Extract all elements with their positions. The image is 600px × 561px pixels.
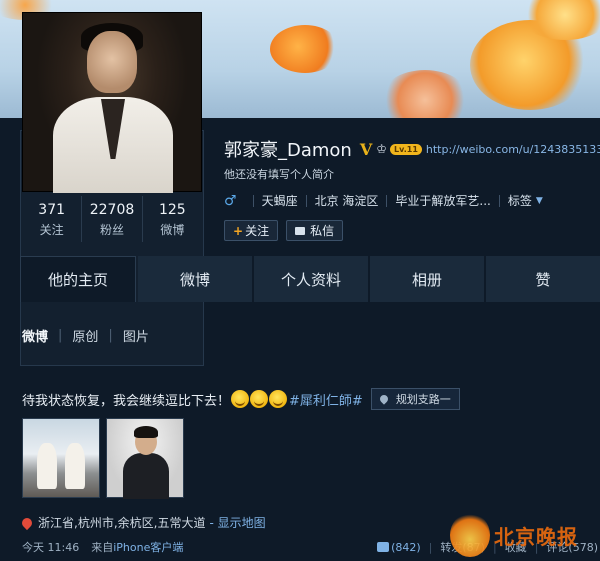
school-text[interactable]: 毕业于解放军艺...: [395, 192, 490, 209]
map-pin-icon: [19, 515, 35, 530]
stat-value: 125: [158, 202, 186, 218]
follow-button[interactable]: + 关注: [224, 220, 279, 241]
cover-flower: [270, 25, 340, 73]
profile-name: 郭家豪_Damon: [224, 140, 352, 161]
profile-name-row: 郭家豪_Damon V ♔ Lv.11 http://weibo.com/u/1…: [224, 136, 600, 162]
show-map-link[interactable]: - 显示地图: [209, 514, 265, 531]
male-icon: ♂: [224, 192, 237, 209]
profile-tabs: 他的主页 微博 个人资料 相册 赞: [20, 256, 600, 302]
geo-text: 浙江省,杭州市,余杭区,五常大道: [38, 516, 206, 530]
stat-posts[interactable]: 125 微博: [143, 196, 202, 242]
post-image-2[interactable]: [106, 418, 184, 499]
stat-label: 关注: [39, 223, 64, 237]
tab-home[interactable]: 他的主页: [20, 256, 136, 302]
stat-fans[interactable]: 22708 粉丝: [82, 196, 143, 242]
chevron-down-icon[interactable]: ▼: [536, 196, 543, 206]
profile-actions: + 关注 私信: [224, 220, 344, 241]
zodiac-text: 天蝎座: [261, 194, 298, 208]
cover-flower: [380, 70, 470, 118]
avatar-face: [87, 31, 137, 93]
tags-link[interactable]: 标签: [508, 192, 532, 209]
tab-profile-info[interactable]: 个人资料: [254, 256, 368, 302]
mail-icon: [295, 226, 306, 235]
like-icon[interactable]: [377, 542, 390, 552]
message-button[interactable]: 私信: [286, 220, 344, 241]
filter-original[interactable]: 原创: [72, 326, 98, 345]
divider: [252, 194, 254, 207]
post-image-1[interactable]: [22, 418, 100, 498]
location-tag-label: 规划支路一: [395, 393, 451, 406]
post-geo: 浙江省,杭州市,余杭区,五常大道 - 显示地图: [19, 514, 266, 531]
homepage-link[interactable]: http://weibo.com/u/1243835133: [426, 143, 600, 156]
watermark-logo-icon: [450, 513, 490, 557]
smile-emoji-icon: [250, 390, 269, 408]
post-source-prefix: 来自: [91, 541, 114, 554]
tab-album[interactable]: 相册: [370, 256, 484, 302]
profile-bio: 他还没有填写个人简介: [224, 168, 334, 181]
verified-icon[interactable]: V: [360, 140, 372, 159]
avatar[interactable]: [22, 12, 202, 193]
filter-weibo[interactable]: 微博: [22, 326, 48, 345]
location-text: 北京 海淀区: [314, 194, 379, 208]
location-tag[interactable]: 规划支路一: [370, 388, 460, 410]
smile-emoji-icon: [269, 390, 288, 408]
location-pin-icon: [378, 393, 390, 405]
message-label: 私信: [310, 224, 335, 238]
like-count[interactable]: (842): [391, 541, 421, 554]
post-time[interactable]: 今天 11:46: [22, 539, 79, 555]
stat-following[interactable]: 371 关注: [22, 196, 83, 242]
divider: |: [58, 328, 63, 343]
smile-emoji-icon: [231, 390, 250, 408]
post-hashtag[interactable]: #犀利仁師#: [289, 390, 363, 409]
photo-person: [37, 443, 57, 489]
post-body: 待我状态恢复，我会继续逗比下去！ #犀利仁師# 规划支路一: [22, 388, 460, 410]
tab-weibo[interactable]: 微博: [138, 256, 252, 302]
level-badge[interactable]: Lv.11: [390, 143, 422, 155]
photo-person-suit: [123, 453, 169, 499]
stat-label: 微博: [160, 223, 185, 237]
watermark-text: 北京晚报: [494, 524, 578, 549]
tab-likes[interactable]: 赞: [486, 256, 600, 302]
follow-label: 关注: [245, 224, 270, 238]
vip-crown-icon[interactable]: ♔: [376, 142, 387, 156]
profile-stats: 371 关注 22708 粉丝 125 微博: [22, 196, 202, 242]
stat-label: 粉丝: [99, 223, 124, 237]
divider: [305, 194, 307, 207]
profile-meta-row: ♂ 天蝎座 北京 海淀区 毕业于解放军艺... 标签 ▼: [224, 192, 543, 209]
divider: |: [428, 540, 433, 554]
photo-person-hair: [134, 426, 158, 438]
photo-person: [65, 443, 85, 489]
stat-value: 371: [38, 202, 66, 218]
divider: [498, 194, 500, 207]
post-text: 待我状态恢复，我会继续逗比下去！: [22, 393, 231, 409]
filter-pictures[interactable]: 图片: [123, 326, 149, 345]
divider: |: [108, 328, 113, 343]
feed-filter: 微博 | 原创 | 图片: [22, 326, 149, 345]
plus-icon: +: [233, 223, 244, 238]
news-watermark: 北京晚报: [450, 510, 600, 560]
stat-value: 22708: [89, 202, 135, 218]
post-source-client[interactable]: iPhone客户端: [113, 539, 183, 555]
divider: [386, 194, 388, 207]
